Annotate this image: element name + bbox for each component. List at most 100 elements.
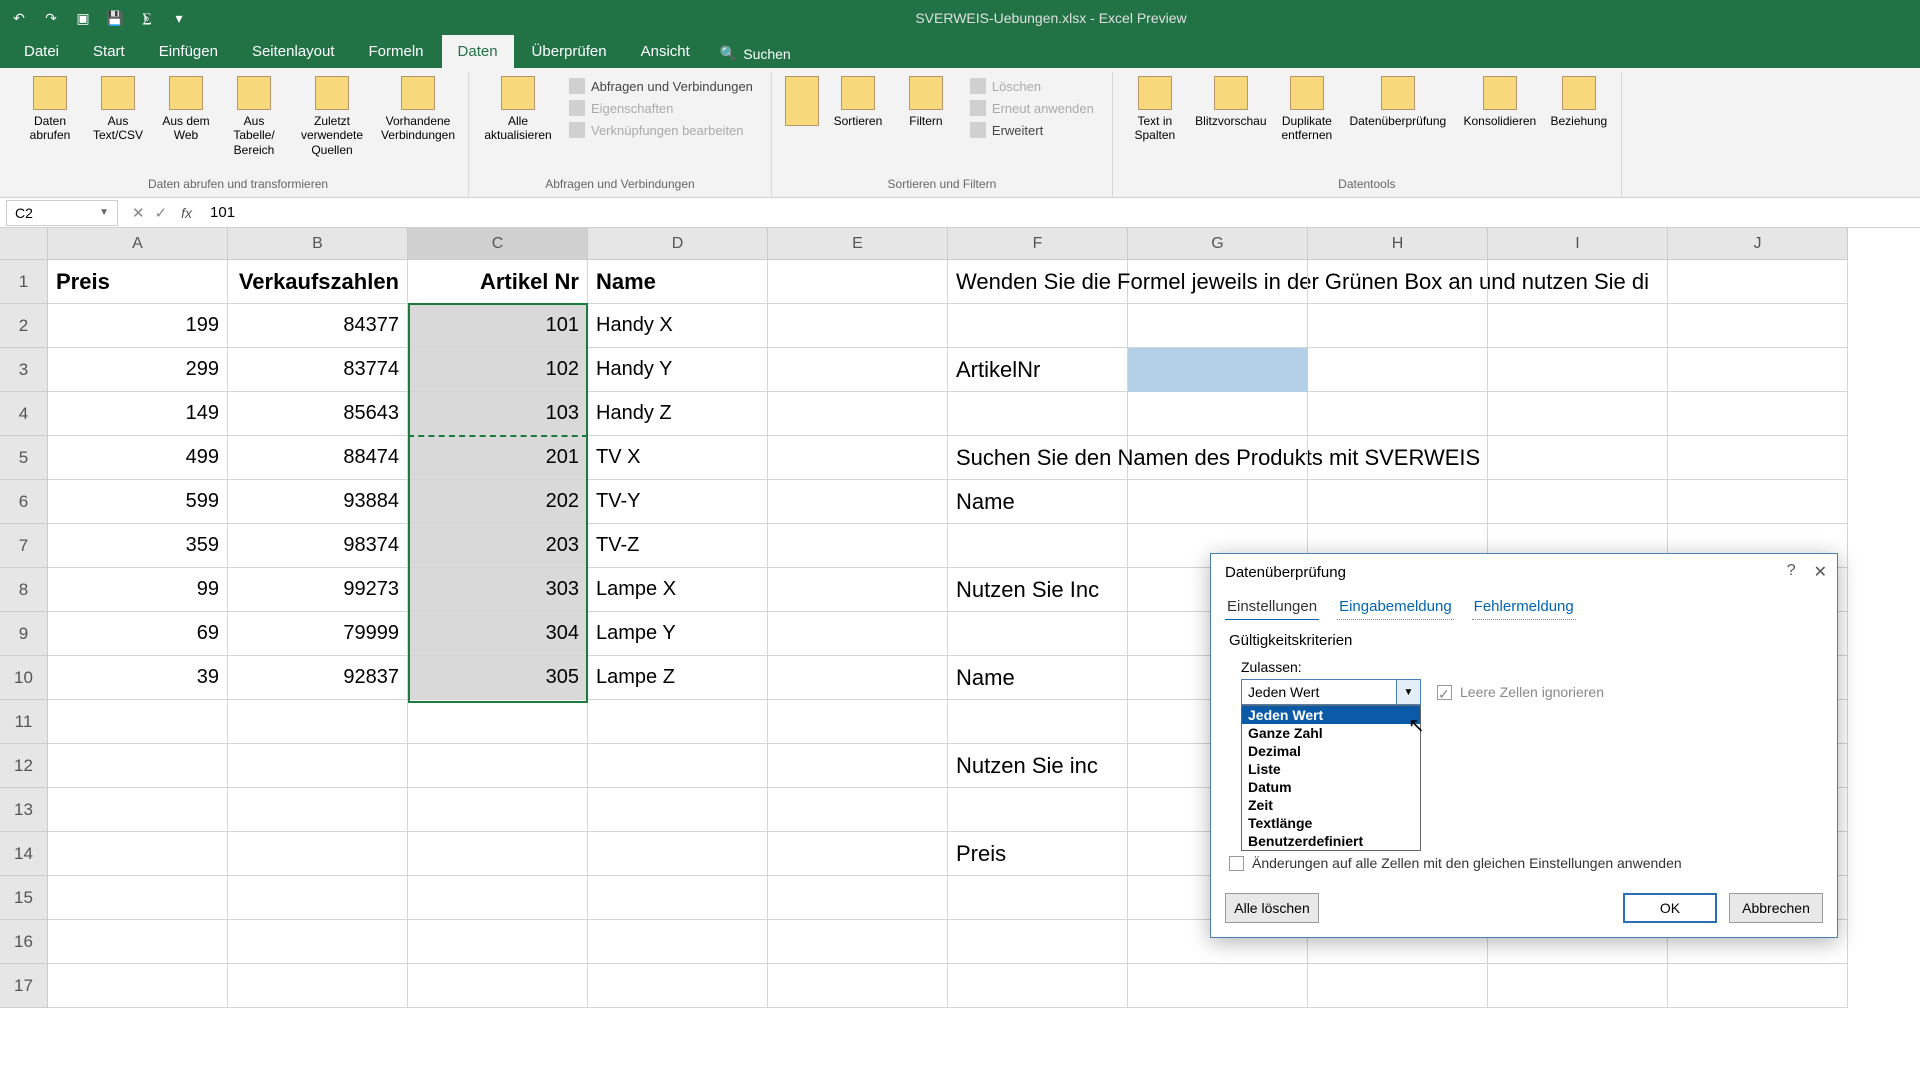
cell-F6[interactable]: Name bbox=[948, 480, 1128, 524]
save-icon[interactable]: 💾 bbox=[104, 7, 126, 29]
tab-ansicht[interactable]: Ansicht bbox=[625, 35, 706, 68]
cell-G2[interactable] bbox=[1128, 304, 1308, 348]
cell-C4[interactable]: 103 bbox=[408, 392, 588, 436]
col-header-A[interactable]: A bbox=[48, 228, 228, 260]
cell-B16[interactable] bbox=[228, 920, 408, 964]
cell-E16[interactable] bbox=[768, 920, 948, 964]
cell-F12[interactable]: Nutzen Sie inc bbox=[948, 744, 1128, 788]
cell-A4[interactable]: 149 bbox=[48, 392, 228, 436]
cell-C12[interactable] bbox=[408, 744, 588, 788]
cell-A7[interactable]: 359 bbox=[48, 524, 228, 568]
cell-A12[interactable] bbox=[48, 744, 228, 788]
cell-F5[interactable]: Suchen Sie den Namen des Produkts mit SV… bbox=[948, 436, 1128, 480]
remove-duplicates-button[interactable]: Duplikate entfernen bbox=[1275, 72, 1339, 147]
from-text-button[interactable]: Aus Text/CSV bbox=[86, 72, 150, 147]
cell-A5[interactable]: 499 bbox=[48, 436, 228, 480]
cell-H6[interactable] bbox=[1308, 480, 1488, 524]
cancel-icon[interactable]: ✕ bbox=[132, 204, 145, 222]
cell-A10[interactable]: 39 bbox=[48, 656, 228, 700]
cell-J17[interactable] bbox=[1668, 964, 1848, 1008]
cell-F7[interactable] bbox=[948, 524, 1128, 568]
cell-B14[interactable] bbox=[228, 832, 408, 876]
cell-D14[interactable] bbox=[588, 832, 768, 876]
recent-sources-button[interactable]: Zuletzt verwendete Quellen bbox=[290, 72, 374, 161]
cell-I6[interactable] bbox=[1488, 480, 1668, 524]
cancel-button[interactable]: Abbrechen bbox=[1729, 893, 1823, 923]
cell-B5[interactable]: 88474 bbox=[228, 436, 408, 480]
cell-F9[interactable] bbox=[948, 612, 1128, 656]
clear-filter-button[interactable]: Löschen bbox=[966, 76, 1098, 96]
cell-J2[interactable] bbox=[1668, 304, 1848, 348]
row-header-9[interactable]: 9 bbox=[0, 612, 48, 656]
cell-D16[interactable] bbox=[588, 920, 768, 964]
from-table-button[interactable]: Aus Tabelle/ Bereich bbox=[222, 72, 286, 161]
cell-I3[interactable] bbox=[1488, 348, 1668, 392]
cell-D11[interactable] bbox=[588, 700, 768, 744]
undo-icon[interactable]: ↶ bbox=[8, 7, 30, 29]
cell-A16[interactable] bbox=[48, 920, 228, 964]
cell-E6[interactable] bbox=[768, 480, 948, 524]
row-header-17[interactable]: 17 bbox=[0, 964, 48, 1008]
row-header-7[interactable]: 7 bbox=[0, 524, 48, 568]
enter-icon[interactable]: ✓ bbox=[155, 204, 168, 222]
cell-D7[interactable]: TV-Z bbox=[588, 524, 768, 568]
relationships-button[interactable]: Beziehung bbox=[1547, 72, 1611, 132]
row-header-2[interactable]: 2 bbox=[0, 304, 48, 348]
cell-D3[interactable]: Handy Y bbox=[588, 348, 768, 392]
tab-einfuegen[interactable]: Einfügen bbox=[143, 35, 234, 68]
cell-D5[interactable]: TV X bbox=[588, 436, 768, 480]
cell-J4[interactable] bbox=[1668, 392, 1848, 436]
tell-me-search[interactable]: 🔍 Suchen bbox=[708, 39, 803, 68]
cell-E11[interactable] bbox=[768, 700, 948, 744]
cell-B10[interactable]: 92837 bbox=[228, 656, 408, 700]
cell-J3[interactable] bbox=[1668, 348, 1848, 392]
col-header-D[interactable]: D bbox=[588, 228, 768, 260]
text-to-columns-button[interactable]: Text in Spalten bbox=[1123, 72, 1187, 147]
row-header-4[interactable]: 4 bbox=[0, 392, 48, 436]
tab-datei[interactable]: Datei bbox=[8, 35, 75, 68]
col-header-I[interactable]: I bbox=[1488, 228, 1668, 260]
cell-F13[interactable] bbox=[948, 788, 1128, 832]
autosum-icon[interactable]: ⨊ bbox=[136, 7, 158, 29]
cell-I4[interactable] bbox=[1488, 392, 1668, 436]
cell-C17[interactable] bbox=[408, 964, 588, 1008]
refresh-all-button[interactable]: Alle aktualisieren bbox=[479, 72, 557, 147]
cell-B12[interactable] bbox=[228, 744, 408, 788]
cell-I5[interactable] bbox=[1488, 436, 1668, 480]
cell-E8[interactable] bbox=[768, 568, 948, 612]
flash-fill-button[interactable]: Blitzvorschau bbox=[1191, 72, 1271, 132]
col-header-C[interactable]: C bbox=[408, 228, 588, 260]
cell-B7[interactable]: 98374 bbox=[228, 524, 408, 568]
sort-az-button[interactable] bbox=[782, 72, 822, 134]
from-web-button[interactable]: Aus dem Web bbox=[154, 72, 218, 147]
cell-G5[interactable] bbox=[1128, 436, 1308, 480]
cell-D1[interactable]: Name bbox=[588, 260, 768, 304]
cell-E4[interactable] bbox=[768, 392, 948, 436]
cell-A14[interactable] bbox=[48, 832, 228, 876]
row-header-10[interactable]: 10 bbox=[0, 656, 48, 700]
cell-C9[interactable]: 304 bbox=[408, 612, 588, 656]
cell-F3[interactable]: ArtikelNr bbox=[948, 348, 1128, 392]
cell-F14[interactable]: Preis bbox=[948, 832, 1128, 876]
cell-E17[interactable] bbox=[768, 964, 948, 1008]
cell-B17[interactable] bbox=[228, 964, 408, 1008]
cell-G4[interactable] bbox=[1128, 392, 1308, 436]
cell-B1[interactable]: Verkaufszahlen bbox=[228, 260, 408, 304]
cell-B8[interactable]: 99273 bbox=[228, 568, 408, 612]
cell-C13[interactable] bbox=[408, 788, 588, 832]
cell-E12[interactable] bbox=[768, 744, 948, 788]
existing-connections-button[interactable]: Vorhandene Verbindungen bbox=[378, 72, 458, 147]
cell-A13[interactable] bbox=[48, 788, 228, 832]
cell-I2[interactable] bbox=[1488, 304, 1668, 348]
get-data-button[interactable]: Daten abrufen bbox=[18, 72, 82, 147]
cell-D6[interactable]: TV-Y bbox=[588, 480, 768, 524]
allow-option[interactable]: Dezimal bbox=[1242, 742, 1420, 760]
cell-C8[interactable]: 303 bbox=[408, 568, 588, 612]
cell-E9[interactable] bbox=[768, 612, 948, 656]
cell-B3[interactable]: 83774 bbox=[228, 348, 408, 392]
sort-button[interactable]: Sortieren bbox=[826, 72, 890, 132]
dialog-titlebar[interactable]: Datenüberprüfung ? ✕ bbox=[1211, 554, 1837, 590]
cell-B6[interactable]: 93884 bbox=[228, 480, 408, 524]
cell-J1[interactable] bbox=[1668, 260, 1848, 304]
cell-D9[interactable]: Lampe Y bbox=[588, 612, 768, 656]
